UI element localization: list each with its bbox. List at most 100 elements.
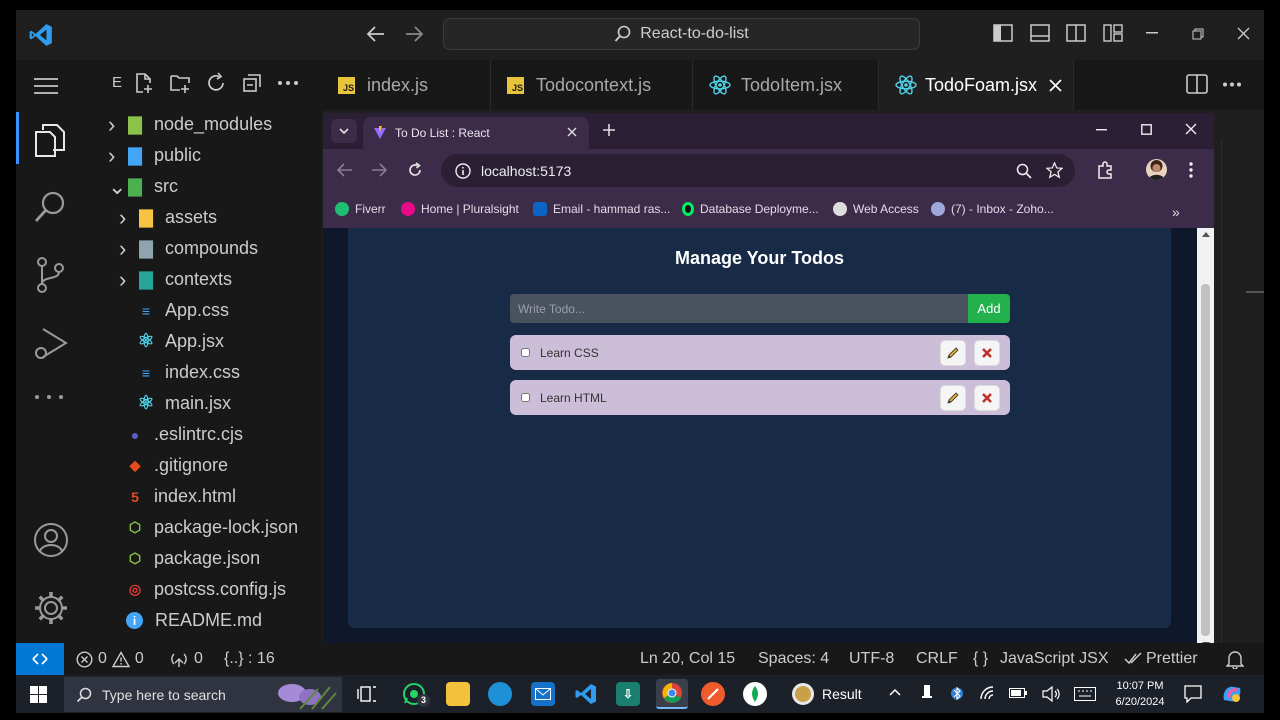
address-bar[interactable]: localhost:5173: [441, 154, 1075, 187]
language-mode[interactable]: JavaScript JSX: [1000, 650, 1108, 668]
browser-maximize-icon[interactable]: [1141, 124, 1152, 135]
explorer-file[interactable]: 5 index.html: [84, 481, 322, 512]
mongodb-compass-icon[interactable]: [743, 682, 767, 706]
source-control-icon[interactable]: [33, 256, 67, 294]
bookmark-star-icon[interactable]: [1046, 162, 1063, 179]
explorer-icon[interactable]: [33, 122, 67, 158]
add-button[interactable]: Add: [968, 294, 1010, 323]
browser-close-icon[interactable]: [1185, 123, 1197, 135]
delete-button[interactable]: [974, 384, 1000, 411]
mail-icon[interactable]: [531, 682, 555, 706]
todo-checkbox[interactable]: [521, 393, 530, 402]
page-scrollbar[interactable]: [1197, 228, 1214, 651]
tray-expand-chevron-icon[interactable]: [889, 688, 901, 696]
taskbar-clock[interactable]: 10:07 PM 6/20/2024: [1110, 678, 1170, 710]
explorer-folder[interactable]: ⌄ ▇ src: [84, 171, 322, 202]
scroll-thumb[interactable]: [1201, 284, 1210, 636]
edit-button[interactable]: [940, 384, 966, 411]
run-debug-icon[interactable]: [33, 324, 69, 362]
encoding[interactable]: UTF-8: [849, 650, 894, 668]
browser-tab-active[interactable]: To Do List : React: [363, 117, 589, 149]
extensions-icon[interactable]: [1096, 161, 1114, 179]
restore-icon[interactable]: [1192, 28, 1204, 40]
vscode-taskbar-icon[interactable]: [574, 682, 598, 706]
back-arrow-icon[interactable]: [366, 25, 386, 43]
network-icon[interactable]: [980, 686, 996, 700]
toggle-panel-icon[interactable]: [1030, 23, 1050, 43]
more-icon[interactable]: [33, 393, 65, 401]
file-explorer-icon[interactable]: [446, 682, 470, 706]
notification-center-icon[interactable]: [1184, 685, 1202, 703]
cursor-position[interactable]: Ln 20, Col 15: [640, 650, 735, 668]
toggle-primary-sidebar-icon[interactable]: [993, 23, 1013, 43]
split-editor-icon[interactable]: [1186, 74, 1208, 94]
bookmark-zoho-inbox[interactable]: (7) - Inbox - Zoho...: [931, 202, 1054, 216]
toggle-secondary-sidebar-icon[interactable]: [1066, 23, 1086, 43]
bookmark-pluralsight[interactable]: Home | Pluralsight: [401, 202, 519, 216]
usb-icon[interactable]: [922, 685, 932, 701]
taskbar-search[interactable]: Type here to search: [64, 677, 342, 712]
scroll-up-arrow-icon[interactable]: [1202, 232, 1210, 237]
close-tab-icon[interactable]: [1049, 78, 1062, 92]
remote-indicator[interactable]: [16, 643, 64, 675]
indentation[interactable]: Spaces: 4: [758, 650, 829, 668]
ports-indicator[interactable]: 0: [170, 650, 203, 668]
chevron-right-icon[interactable]: ›: [119, 268, 135, 291]
explorer-folder[interactable]: › ▇ compounds: [84, 233, 322, 264]
explorer-folder[interactable]: › ▇ assets: [84, 202, 322, 233]
vscode-logo-icon[interactable]: [28, 22, 54, 48]
explorer-file[interactable]: ◆ .gitignore: [84, 450, 322, 481]
tab-todocontext-js[interactable]: JS Todocontext.js: [491, 60, 693, 110]
chevron-right-icon[interactable]: ›: [108, 113, 124, 136]
prettier-indicator[interactable]: Prettier: [1124, 650, 1198, 668]
browser-minimize-icon[interactable]: [1096, 129, 1107, 131]
edge-icon[interactable]: [488, 682, 512, 706]
chevron-down-icon[interactable]: ⌄: [108, 175, 126, 197]
notifications-bell-icon[interactable]: [1226, 650, 1244, 669]
problems-indicator[interactable]: 0 0: [76, 650, 144, 668]
profile-avatar[interactable]: [1146, 159, 1167, 180]
close-window-icon[interactable]: [1237, 27, 1250, 40]
chevron-right-icon[interactable]: ›: [108, 144, 124, 167]
volume-icon[interactable]: [1042, 686, 1060, 702]
tab-todoitem-jsx[interactable]: TodoItem.jsx: [693, 60, 879, 110]
editor-more-icon[interactable]: [1222, 82, 1242, 87]
tab-todofoam-jsx[interactable]: TodoFoam.jsx: [879, 60, 1074, 110]
tab-search-icon[interactable]: [331, 119, 357, 143]
bookmark-fiverr[interactable]: Fiverr: [335, 202, 386, 216]
explorer-file[interactable]: ⚛ main.jsx: [84, 388, 322, 419]
bookmark-database[interactable]: Database Deployme...: [682, 202, 819, 216]
close-browser-tab-icon[interactable]: [567, 127, 577, 137]
new-tab-icon[interactable]: [602, 123, 616, 137]
command-center-search[interactable]: React-to-do-list: [443, 18, 920, 50]
search-icon[interactable]: [33, 190, 67, 224]
tab-index-js[interactable]: JS index.js: [322, 60, 491, 110]
bookmark-email[interactable]: Email - hammad ras...: [533, 202, 670, 216]
refresh-icon[interactable]: [205, 72, 227, 94]
result-app[interactable]: Result: [792, 683, 862, 705]
browser-menu-icon[interactable]: [1189, 162, 1193, 178]
task-view-icon[interactable]: [357, 685, 377, 703]
explorer-file[interactable]: ⬡ package-lock.json: [84, 512, 322, 543]
battery-icon[interactable]: [1009, 688, 1027, 698]
installer-icon[interactable]: ⇩: [616, 682, 640, 706]
more-actions-icon[interactable]: [277, 80, 299, 86]
site-info-icon[interactable]: [455, 162, 471, 179]
explorer-file[interactable]: ● .eslintrc.cjs: [84, 419, 322, 450]
zoom-icon[interactable]: [1016, 163, 1032, 179]
windows-start-icon[interactable]: [30, 686, 47, 703]
new-folder-icon[interactable]: [169, 72, 191, 94]
chevron-right-icon[interactable]: ›: [119, 206, 135, 229]
line-ending[interactable]: CRLF: [916, 650, 958, 668]
explorer-folder[interactable]: › ▇ node_modules: [84, 109, 322, 140]
postman-icon[interactable]: [701, 682, 725, 706]
browser-back-icon[interactable]: [337, 163, 353, 177]
bracket-indicator[interactable]: {..} : 16: [224, 650, 275, 668]
explorer-file[interactable]: ⬡ package.json: [84, 543, 322, 574]
new-file-icon[interactable]: [133, 72, 155, 94]
edit-button[interactable]: [940, 339, 966, 366]
delete-button[interactable]: [974, 339, 1000, 366]
menu-icon[interactable]: [33, 76, 59, 96]
explorer-file[interactable]: ≡ App.css: [84, 295, 322, 326]
chevron-right-icon[interactable]: ›: [119, 237, 135, 260]
